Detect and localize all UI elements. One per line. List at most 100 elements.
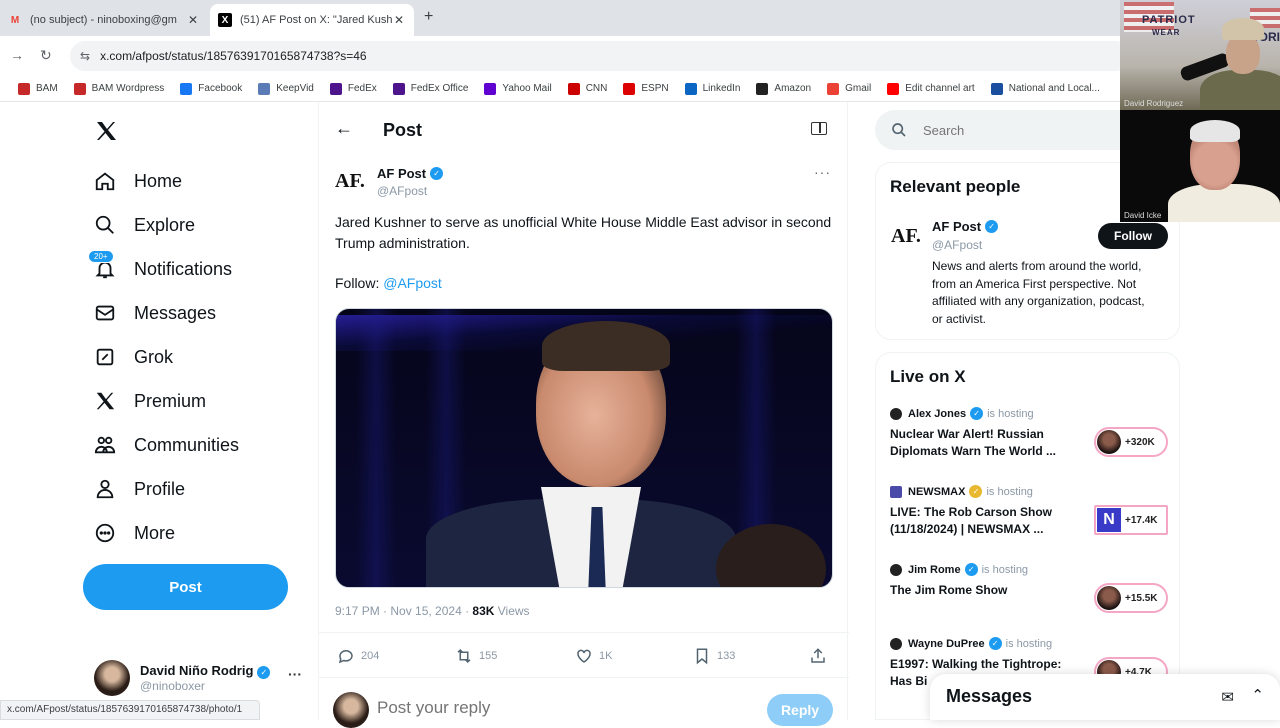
mail-icon bbox=[92, 300, 118, 326]
live-on-x-panel: Live on X Alex Jones ✓ is hosting Nuclear … bbox=[875, 352, 1180, 720]
verified-icon: ✓ bbox=[970, 407, 984, 420]
person-avatar[interactable]: AF. bbox=[891, 225, 921, 248]
bookmark-item[interactable]: KeepVid bbox=[258, 82, 314, 95]
cnn-icon bbox=[567, 82, 580, 95]
bookmark-label: KeepVid bbox=[276, 83, 314, 94]
person-bio: News and alerts from around the world, f… bbox=[932, 259, 1145, 326]
reader-mode-icon[interactable] bbox=[811, 122, 827, 135]
reply-input[interactable] bbox=[377, 698, 677, 718]
tab-gmail[interactable]: M (no subject) - ninoboxing@gm ✕ bbox=[0, 4, 208, 36]
more-icon[interactable]: ··· bbox=[814, 164, 831, 180]
post-timestamp[interactable]: 9:17 PM · Nov 15, 2024 · bbox=[335, 604, 472, 618]
notification-badge: 20+ bbox=[88, 250, 114, 263]
bookmark-item[interactable]: FedEx bbox=[329, 82, 377, 95]
author-name[interactable]: AF Post ✓ bbox=[377, 166, 444, 181]
chevron-up-icon[interactable]: ⌃ bbox=[1251, 686, 1264, 704]
sidebar-item-notifications[interactable]: 20+ Notifications bbox=[88, 250, 232, 284]
host-name: NEWSMAX bbox=[908, 485, 966, 498]
image-detail bbox=[1226, 34, 1260, 74]
reply-action[interactable]: 204 bbox=[337, 647, 379, 665]
sidebar-item-home[interactable]: Home bbox=[92, 166, 182, 196]
live-item[interactable]: NEWSMAX ✓ is hosting LIVE: The Rob Carson … bbox=[890, 485, 1170, 538]
bookmark-item[interactable]: CNN bbox=[567, 82, 607, 95]
post-image[interactable] bbox=[335, 308, 833, 588]
bookmark-item[interactable]: Edit channel art bbox=[887, 82, 975, 95]
bookmark-item[interactable]: Yahoo Mail bbox=[484, 82, 552, 95]
post-button[interactable]: Post bbox=[83, 564, 288, 610]
reply-composer: Reply bbox=[319, 688, 849, 728]
listeners-pill[interactable]: +15.5K bbox=[1094, 583, 1168, 613]
address-bar[interactable]: ⇆ x.com/afpost/status/185763917016587473… bbox=[70, 41, 1130, 71]
image-detail bbox=[1200, 70, 1280, 110]
new-message-icon[interactable]: ✉ bbox=[1221, 688, 1234, 706]
sidebar-item-explore[interactable]: Explore bbox=[92, 210, 195, 240]
follow-button[interactable]: Follow bbox=[1098, 223, 1168, 249]
reply-button[interactable]: Reply bbox=[767, 694, 833, 726]
fedex-icon bbox=[329, 82, 342, 95]
sidebar-item-label: Home bbox=[134, 170, 183, 191]
person-name[interactable]: AF Post ✓ bbox=[932, 219, 999, 234]
author-avatar[interactable]: AF. bbox=[335, 170, 365, 193]
sidebar-item-label: Grok bbox=[134, 346, 174, 367]
bookmark-item[interactable]: BAM Wordpress bbox=[73, 82, 165, 95]
author-handle[interactable]: @AFpost bbox=[377, 184, 427, 198]
close-icon[interactable]: ✕ bbox=[186, 13, 200, 27]
x-logo-icon[interactable] bbox=[94, 118, 118, 150]
sidebar-item-premium[interactable]: Premium bbox=[92, 386, 206, 416]
account-handle: @ninoboxer bbox=[140, 679, 205, 693]
live-title: LIVE: The Rob Carson Show (11/18/2024) |… bbox=[890, 505, 1053, 536]
more-icon[interactable]: ··· bbox=[288, 666, 302, 682]
bookmark-action[interactable]: 133 bbox=[693, 647, 735, 665]
back-arrow-icon[interactable]: ← bbox=[335, 118, 353, 139]
bookmark-icon bbox=[696, 648, 708, 665]
bookmark-label: BAM Wordpress bbox=[91, 83, 165, 94]
bookmark-item[interactable]: Facebook bbox=[180, 82, 242, 95]
repost-action[interactable]: 155 bbox=[455, 647, 497, 665]
bookmark-label: FedEx Office bbox=[410, 83, 469, 94]
host-avatar bbox=[890, 637, 902, 650]
tab-af-post[interactable]: X (51) AF Post on X: "Jared Kushn ✕ bbox=[210, 4, 414, 36]
live-item[interactable]: Alex Jones ✓ is hosting Nuclear War Alert!… bbox=[890, 407, 1170, 460]
bookmark-item[interactable]: LinkedIn bbox=[684, 82, 741, 95]
hosting-label: is hosting bbox=[981, 563, 1029, 576]
live-item[interactable]: Jim Rome ✓ is hosting The Jim Rome Show +1… bbox=[890, 563, 1170, 613]
close-icon[interactable]: ✕ bbox=[392, 13, 406, 27]
mention-link[interactable]: @AFpost bbox=[383, 275, 442, 291]
espn-icon bbox=[623, 82, 636, 95]
bookmark-item[interactable]: Amazon bbox=[756, 82, 811, 95]
bookmark-label: National and Local... bbox=[1008, 83, 1100, 94]
host-name: Alex Jones bbox=[908, 407, 967, 420]
reply-count: 204 bbox=[361, 650, 380, 662]
sidebar-item-messages[interactable]: Messages bbox=[92, 298, 216, 328]
sidebar-item-communities[interactable]: Communities bbox=[92, 430, 239, 460]
sidebar-item-grok[interactable]: Grok bbox=[92, 342, 173, 372]
share-action[interactable] bbox=[809, 647, 833, 665]
video-feed: PATRIOT WEAR CORI David Rodriguez bbox=[1120, 0, 1280, 110]
bookmark-item[interactable]: National and Local... bbox=[990, 82, 1100, 95]
sidebar-item-more[interactable]: More bbox=[92, 518, 175, 548]
verified-icon: ✓ bbox=[430, 167, 444, 180]
sidebar-item-label: Explore bbox=[134, 214, 196, 235]
listeners-pill[interactable]: N +17.4K bbox=[1094, 505, 1168, 535]
bookmark-label: LinkedIn bbox=[702, 83, 741, 94]
sidebar-item-label: Messages bbox=[134, 302, 217, 323]
new-tab-button[interactable]: + bbox=[424, 8, 433, 26]
bookmark-item[interactable]: Gmail bbox=[827, 82, 871, 95]
like-action[interactable]: 1K bbox=[575, 647, 612, 665]
site-settings-icon[interactable]: ⇆ bbox=[80, 49, 90, 63]
messages-drawer[interactable]: Messages ✉ ⌃ bbox=[930, 674, 1280, 720]
account-switcher[interactable]: David Niño Rodrig ✓ @ninoboxer ··· bbox=[94, 660, 304, 696]
listeners-pill[interactable]: +320K bbox=[1094, 427, 1168, 457]
search-input[interactable] bbox=[923, 122, 1103, 138]
bookmark-item[interactable]: ESPN bbox=[623, 82, 669, 95]
bookmark-label: FedEx bbox=[347, 83, 377, 94]
views-count: 83K bbox=[472, 604, 495, 618]
reload-icon[interactable]: ↻ bbox=[40, 47, 52, 64]
panel-heading: Live on X bbox=[890, 367, 966, 386]
person-handle[interactable]: @AFpost bbox=[932, 238, 982, 252]
youtube-icon bbox=[887, 82, 900, 95]
sidebar-item-profile[interactable]: Profile bbox=[92, 474, 185, 504]
forward-icon[interactable]: → bbox=[10, 47, 24, 63]
bookmark-item[interactable]: BAM bbox=[18, 82, 58, 95]
bookmark-item[interactable]: FedEx Office bbox=[392, 82, 469, 95]
